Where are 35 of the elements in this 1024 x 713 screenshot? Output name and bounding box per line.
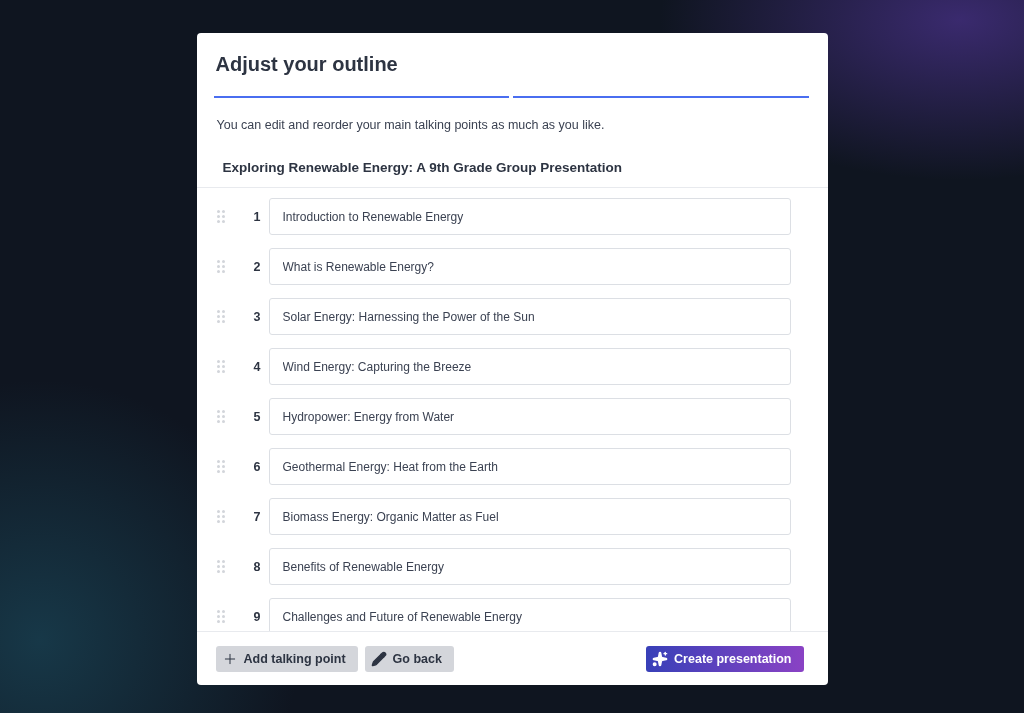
talking-point-field[interactable]: Introduction to Renewable Energy <box>268 198 791 235</box>
description-text: You can edit and reorder your main talking points as much as you like. <box>216 118 606 132</box>
drag-handle-icon[interactable] <box>216 410 225 423</box>
sparkles-icon <box>652 650 669 667</box>
talking-point-field[interactable]: Hydropower: Energy from Water <box>268 398 791 435</box>
talking-point-field[interactable]: Challenges and Future of Renewable Energy <box>268 598 791 631</box>
point-number: 1 <box>252 209 262 224</box>
drag-handle-icon[interactable] <box>216 360 225 373</box>
drag-handle-icon[interactable] <box>216 510 225 523</box>
talking-point-field[interactable]: Biomass Energy: Organic Matter as Fuel <box>268 498 791 535</box>
point-number: 7 <box>252 509 262 524</box>
drag-handle-icon[interactable] <box>216 460 225 473</box>
point-number: 2 <box>252 259 262 274</box>
point-number: 8 <box>252 559 262 574</box>
drag-handle-icon[interactable] <box>216 310 225 323</box>
talking-point-field[interactable]: Geothermal Energy: Heat from the Earth <box>268 448 791 485</box>
drag-handle-icon[interactable] <box>216 560 225 573</box>
go-back-button[interactable]: Go back <box>364 645 454 672</box>
drag-handle-icon[interactable] <box>216 210 225 223</box>
talking-point-field[interactable]: What is Renewable Energy? <box>268 248 791 285</box>
outline-title: Exploring Renewable Energy: A 9th Grade Group Presentation <box>222 160 624 175</box>
point-number: 5 <box>252 409 262 424</box>
point-number: 6 <box>252 459 262 474</box>
talking-point-field[interactable]: Wind Energy: Capturing the Breeze <box>268 348 791 385</box>
point-number: 3 <box>252 309 262 324</box>
talking-point-field[interactable]: Benefits of Renewable Energy <box>268 548 791 585</box>
point-number: 9 <box>252 609 262 624</box>
create-presentation-button[interactable]: Create presentation <box>646 645 804 672</box>
dialog-title: Adjust your outline <box>215 53 399 76</box>
drag-handle-icon[interactable] <box>216 610 225 623</box>
add-talking-point-button[interactable]: Add talking point <box>215 645 358 672</box>
pencil-icon <box>370 650 387 667</box>
talking-point-field[interactable]: Solar Energy: Harnessing the Power of the Sun <box>268 298 791 335</box>
point-number: 4 <box>252 359 262 374</box>
drag-handle-icon[interactable] <box>216 260 225 273</box>
